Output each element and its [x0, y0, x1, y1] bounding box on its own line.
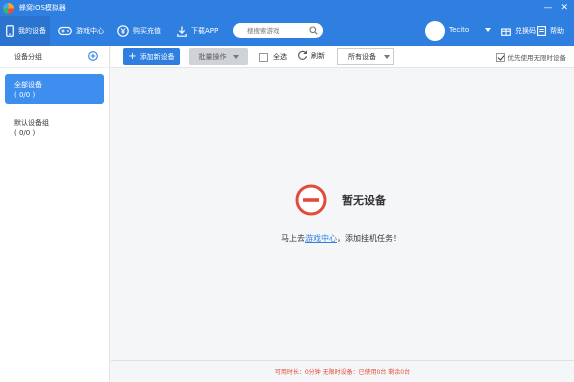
- select-all-label: 全选: [273, 53, 287, 61]
- user-avatar[interactable]: [425, 21, 445, 41]
- close-button[interactable]: ✕: [560, 3, 568, 13]
- nav-game-center[interactable]: 游戏中心: [58, 16, 104, 46]
- status-footer: 可用时长：0分钟 无限时设备：已使用0台 剩余0台: [111, 360, 574, 382]
- batch-operation-label: 批量操作: [198, 52, 227, 61]
- usage-status-text: 可用时长：0分钟 无限时设备：已使用0台 剩余0台: [274, 369, 411, 376]
- nav-my-devices[interactable]: 我的设备: [0, 16, 50, 46]
- select-all[interactable]: 全选: [259, 52, 287, 62]
- coin-icon: [117, 25, 129, 37]
- priority-unlimited-label: 优先使用无限时设备: [507, 54, 567, 62]
- batch-operation-dropdown[interactable]: 批量操作: [189, 48, 248, 65]
- sidebar-item-all-devices[interactable]: 全部设备 ( 0/0 ): [5, 74, 104, 104]
- device-group-sidebar: 设备分组 全部设备 ( 0/0 ) 默认设备组 ( 0/0 ): [0, 46, 110, 382]
- app-window: 蜂窝iOS模拟器 — ✕ 我的设备 游戏中心 购买充值 下载APP Tecito: [0, 0, 574, 382]
- gift-icon: [501, 28, 511, 36]
- exchange-code-label: 兑换码: [515, 27, 536, 35]
- priority-unlimited-option[interactable]: 优先使用无限时设备: [495, 52, 567, 62]
- add-device-label: 添加新设备: [139, 52, 175, 61]
- help-button[interactable]: 帮助: [537, 16, 564, 46]
- sidebar-title: 设备分组: [14, 52, 42, 61]
- sidebar-header: 设备分组: [0, 46, 109, 68]
- group-count: ( 0/0 ): [14, 91, 36, 99]
- sidebar-item-default-group[interactable]: 默认设备组 ( 0/0 ): [0, 112, 109, 142]
- refresh-label: 刷新: [311, 51, 325, 60]
- user-menu-caret-icon[interactable]: [485, 28, 491, 32]
- hint-suffix: ，添加挂机任务！: [337, 234, 401, 243]
- search-input[interactable]: [247, 26, 305, 35]
- nav-game-center-label: 游戏中心: [76, 27, 104, 35]
- empty-state-title: 暂无设备: [342, 194, 386, 207]
- title-bar: 蜂窝iOS模拟器 — ✕: [0, 0, 574, 16]
- empty-state: 暂无设备: [295, 184, 386, 216]
- priority-unlimited-checkbox[interactable]: [495, 52, 505, 62]
- gamepad-icon: [58, 26, 72, 36]
- refresh-icon: [298, 50, 308, 60]
- chevron-down-icon: [232, 54, 239, 59]
- window-controls: — ✕: [543, 3, 568, 13]
- group-name: 全部设备: [14, 81, 42, 89]
- username[interactable]: Tecito: [449, 26, 469, 34]
- nav-my-devices-label: 我的设备: [18, 27, 46, 35]
- nav-purchase[interactable]: 购买充值: [117, 16, 161, 46]
- group-name: 默认设备组: [14, 119, 49, 127]
- help-icon: [537, 26, 546, 36]
- add-group-icon[interactable]: [88, 51, 98, 61]
- help-label: 帮助: [550, 27, 564, 35]
- device-toolbar: + 添加新设备 批量操作 全选 刷新 所有设备 优先使用无限时设备: [111, 46, 574, 68]
- exchange-code-button[interactable]: 兑换码: [501, 16, 536, 46]
- plus-icon: +: [128, 50, 137, 62]
- phone-icon: [6, 25, 14, 37]
- nav-download-app-label: 下载APP: [191, 27, 219, 35]
- group-count: ( 0/0 ): [14, 129, 36, 137]
- empty-state-hint: 马上去游戏中心，添加挂机任务！: [281, 233, 401, 244]
- minimize-button[interactable]: —: [543, 3, 552, 13]
- game-center-link[interactable]: 游戏中心: [305, 234, 337, 243]
- no-entry-icon: [295, 184, 327, 216]
- top-nav: 我的设备 游戏中心 购买充值 下载APP Tecito 兑换码 帮助: [0, 16, 574, 46]
- hint-prefix: 马上去: [281, 234, 305, 243]
- window-title: 蜂窝iOS模拟器: [19, 4, 66, 12]
- add-device-button[interactable]: + 添加新设备: [123, 48, 180, 65]
- device-filter-value: 所有设备: [348, 52, 376, 61]
- chevron-down-icon: [384, 54, 390, 59]
- app-logo: [3, 2, 14, 14]
- device-list-area: 暂无设备 马上去游戏中心，添加挂机任务！: [111, 69, 574, 359]
- refresh-button[interactable]: 刷新: [297, 50, 325, 61]
- nav-download-app[interactable]: 下载APP: [177, 16, 218, 46]
- search-box[interactable]: [233, 23, 323, 38]
- search-icon[interactable]: [309, 26, 318, 35]
- download-icon: [177, 26, 187, 37]
- device-filter-select[interactable]: 所有设备: [337, 48, 394, 65]
- nav-purchase-label: 购买充值: [133, 27, 161, 35]
- select-all-checkbox[interactable]: [259, 52, 268, 62]
